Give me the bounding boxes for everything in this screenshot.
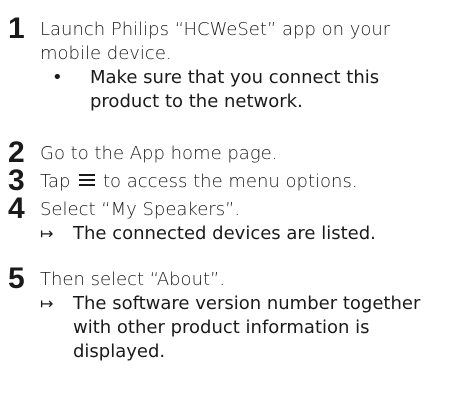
result-text: The connected devices are listed. bbox=[73, 223, 376, 244]
step-text: Select “My Speakers”. bbox=[40, 199, 241, 220]
step-text-after: to access the menu options. bbox=[102, 171, 358, 192]
result-arrow-icon: ↦ bbox=[40, 294, 54, 313]
step-number: 1 bbox=[8, 12, 25, 45]
step-text: Go to the App home page. bbox=[40, 143, 278, 164]
step-text: Then select “About”. bbox=[40, 269, 226, 290]
instruction-list: 1 Launch Philips “HCWeSet” app on your m… bbox=[0, 0, 461, 398]
result-arrow-icon: ↦ bbox=[40, 224, 54, 243]
menu-icon bbox=[79, 173, 96, 187]
step-number: 4 bbox=[8, 192, 25, 225]
bullet-icon: • bbox=[52, 67, 63, 88]
result-text: The software version number together wit… bbox=[73, 293, 421, 362]
step-number: 5 bbox=[8, 262, 25, 295]
step-text: Launch Philips “HCWeSet” app on your mob… bbox=[40, 19, 391, 64]
step-text: Tap to access the menu options. bbox=[40, 170, 440, 194]
step-text-before: Tap bbox=[40, 171, 71, 192]
bullet-text: Make sure that you connect this product … bbox=[90, 67, 380, 112]
